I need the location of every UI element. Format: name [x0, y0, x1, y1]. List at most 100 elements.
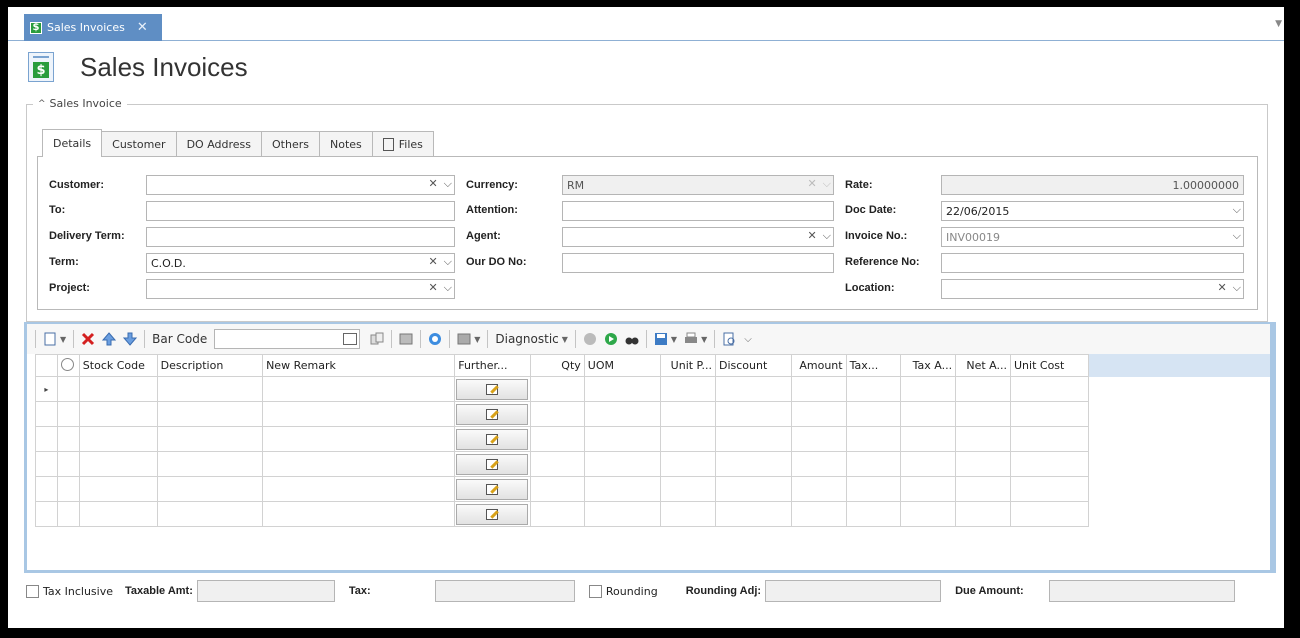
edit-further-description-button[interactable]	[456, 378, 529, 400]
diagnostic-button[interactable]: Diagnostic ▼	[495, 332, 568, 346]
select-all-radio[interactable]	[60, 357, 74, 371]
currency-field[interactable]: RM ✕ ⌵	[562, 175, 834, 195]
grid-cell[interactable]	[900, 451, 957, 477]
tax-inclusive-checkbox[interactable]	[26, 584, 39, 598]
grid-cell[interactable]	[262, 401, 456, 427]
table-row[interactable]	[35, 476, 1270, 502]
grid-cell[interactable]	[900, 476, 957, 502]
clear-icon[interactable]: ✕	[428, 255, 437, 269]
to-field[interactable]	[146, 201, 455, 221]
tax-field[interactable]	[434, 580, 575, 602]
grid-cell[interactable]	[845, 451, 902, 477]
further-description-cell[interactable]	[454, 476, 532, 502]
grid-cell[interactable]	[845, 476, 902, 502]
grid-cell[interactable]	[56, 426, 80, 452]
info-button[interactable]	[583, 332, 597, 346]
grid-cell[interactable]	[262, 376, 456, 402]
further-description-cell[interactable]	[454, 501, 532, 527]
grid-cell[interactable]	[1010, 476, 1089, 502]
tab-list-dropdown-icon[interactable]: ▼	[1275, 19, 1282, 29]
grid-cell[interactable]	[262, 451, 456, 477]
grid-cell[interactable]	[845, 426, 902, 452]
preview-button[interactable]: ⌵	[722, 332, 752, 346]
grid-cell[interactable]	[790, 451, 847, 477]
our-do-field[interactable]	[562, 253, 834, 273]
grid-cell[interactable]	[78, 426, 158, 452]
grid-cell[interactable]	[1010, 376, 1089, 402]
grid-cell[interactable]	[714, 426, 792, 452]
grid-cell[interactable]	[56, 501, 80, 527]
chevron-down-icon[interactable]: ⌵	[1233, 229, 1241, 243]
grid-cell[interactable]	[790, 426, 847, 452]
grid-cell[interactable]	[955, 426, 1011, 452]
grid-cell[interactable]	[156, 501, 264, 527]
grid-cell[interactable]	[156, 426, 264, 452]
location-field[interactable]: ✕ ⌵	[941, 279, 1244, 299]
grid-cell[interactable]	[78, 501, 158, 527]
table-row[interactable]	[35, 451, 1270, 477]
grid-cell[interactable]	[583, 376, 662, 402]
due-amount-field[interactable]	[1049, 580, 1236, 602]
customer-field[interactable]: ✕ ⌵	[146, 175, 455, 195]
edit-further-description-button[interactable]	[456, 478, 529, 500]
collapse-chevron-icon[interactable]: ^	[38, 99, 46, 109]
grid-cell[interactable]	[78, 376, 158, 402]
grid-cell[interactable]	[790, 501, 847, 527]
grid-cell[interactable]	[955, 376, 1011, 402]
col-net-amount[interactable]: Net A...	[955, 354, 1011, 377]
taxable-amt-field[interactable]	[196, 580, 335, 602]
doc-date-field[interactable]: 22/06/2015 ⌵	[941, 201, 1244, 221]
grid-cell[interactable]	[56, 451, 80, 477]
col-new-remark[interactable]: New Remark	[262, 354, 456, 377]
col-discount[interactable]: Discount	[714, 354, 792, 377]
grid-cell[interactable]	[262, 476, 456, 502]
grid-cell[interactable]	[78, 401, 158, 427]
grid-cell[interactable]	[583, 476, 662, 502]
rate-field[interactable]: 1.00000000	[941, 175, 1244, 195]
further-description-cell[interactable]	[454, 426, 532, 452]
grid-cell[interactable]	[56, 376, 80, 402]
col-amount[interactable]: Amount	[790, 354, 847, 377]
find-button[interactable]	[625, 332, 639, 346]
grid-cell[interactable]	[530, 426, 585, 452]
grid-cell[interactable]	[78, 451, 158, 477]
grid-cell[interactable]	[1010, 401, 1089, 427]
project-field[interactable]: ✕ ⌵	[146, 279, 455, 299]
chevron-down-icon[interactable]: ⌵	[823, 229, 831, 243]
col-unit-cost[interactable]: Unit Cost	[1010, 354, 1089, 377]
rounding-adj-field[interactable]	[765, 580, 942, 602]
barcode-icon[interactable]	[343, 333, 358, 345]
table-row[interactable]	[35, 501, 1270, 527]
clear-icon[interactable]: ✕	[807, 229, 816, 243]
tab-customer[interactable]: Customer	[101, 131, 177, 157]
grid-cell[interactable]	[660, 426, 716, 452]
chevron-down-icon[interactable]: ⌵	[444, 177, 452, 191]
reference-no-field[interactable]	[941, 253, 1244, 273]
grid-cell[interactable]	[530, 376, 585, 402]
group-header[interactable]: ^ Sales Invoice	[33, 97, 127, 110]
grid-cell[interactable]	[530, 401, 585, 427]
grid-cell[interactable]	[583, 451, 662, 477]
tab-do-address[interactable]: DO Address	[175, 131, 263, 157]
grid-cell[interactable]	[900, 401, 957, 427]
grid-cell[interactable]	[660, 376, 716, 402]
further-description-cell[interactable]	[454, 451, 532, 477]
delete-row-button[interactable]	[81, 332, 95, 346]
clear-icon[interactable]: ✕	[1217, 281, 1226, 295]
clear-icon[interactable]: ✕	[428, 177, 437, 191]
term-field[interactable]: C.O.D. ✕ ⌵	[146, 253, 455, 273]
move-down-button[interactable]	[123, 332, 138, 346]
tab-notes[interactable]: Notes	[318, 131, 373, 157]
table-row[interactable]: ▸	[35, 376, 1270, 402]
profile-button[interactable]: ▼	[457, 332, 480, 346]
grid-cell[interactable]	[78, 476, 158, 502]
grid-cell[interactable]	[156, 401, 264, 427]
grid-cell[interactable]	[1010, 501, 1089, 527]
grid-cell[interactable]	[262, 426, 456, 452]
edit-further-description-button[interactable]	[456, 453, 529, 475]
grid-cell[interactable]	[530, 501, 585, 527]
grid-cell[interactable]	[955, 501, 1011, 527]
copy-button[interactable]	[370, 332, 384, 346]
grid-cell[interactable]	[845, 401, 902, 427]
col-stock-code[interactable]: Stock Code	[78, 354, 158, 377]
